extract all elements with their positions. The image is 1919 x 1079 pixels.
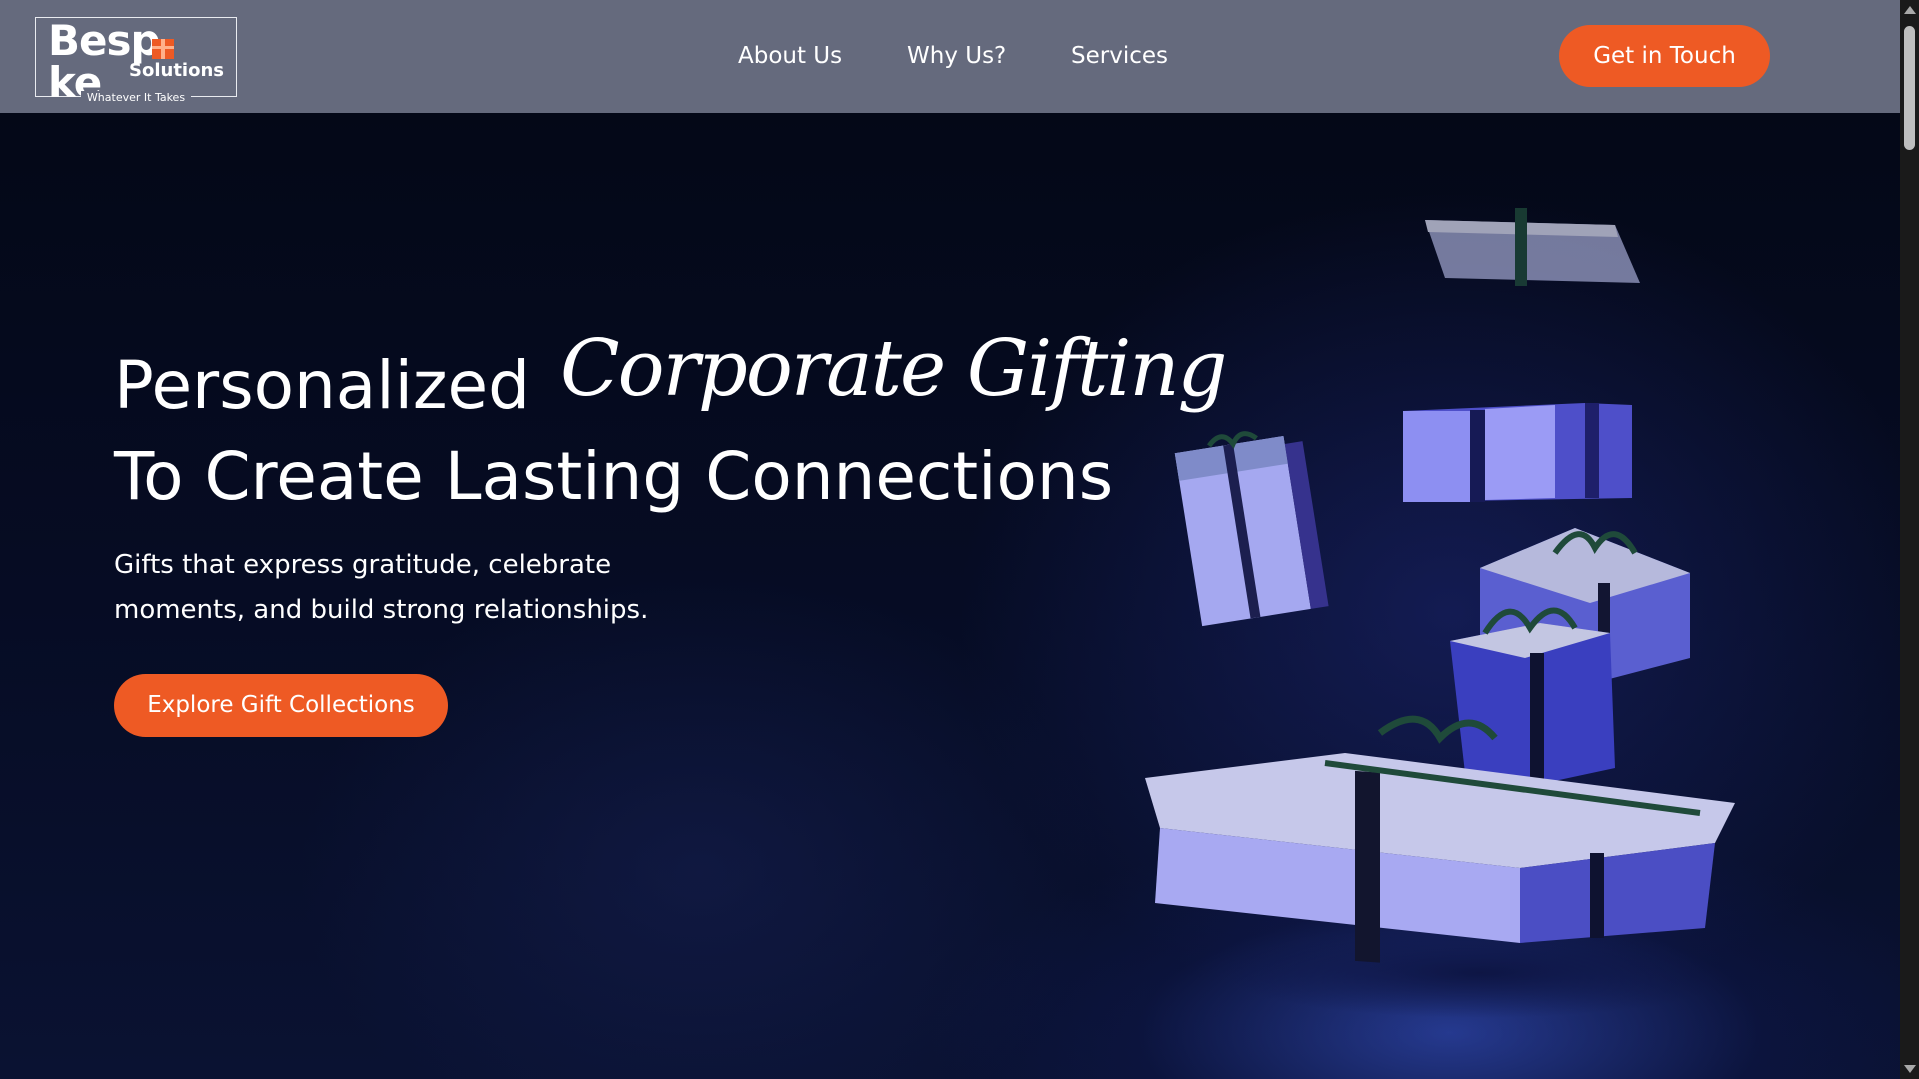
hero-subtitle: Gifts that express gratitude, celebrate … [114, 550, 649, 625]
get-in-touch-button[interactable]: Get in Touch [1559, 25, 1770, 87]
hero-title-line1: Personalized [114, 347, 531, 424]
hero-section: Personalized Corporate Gifting To Create… [0, 113, 1900, 1079]
scrollbar-thumb[interactable] [1904, 26, 1915, 150]
hero-title-line2: To Create Lasting Connections [114, 438, 1114, 515]
page-viewport: Bespke Solutions Whatever It Takes About… [0, 0, 1900, 1079]
explore-gift-collections-button[interactable]: Explore Gift Collections [114, 674, 448, 737]
chevron-down-icon[interactable] [1904, 1065, 1916, 1073]
gift-box-left [1174, 431, 1329, 627]
logo-tagline: Whatever It Takes [36, 91, 236, 104]
gift-box-center-small [1450, 607, 1615, 783]
chevron-up-icon[interactable] [1904, 6, 1916, 14]
gift-box-middle [1403, 403, 1632, 502]
site-header: Bespke Solutions Whatever It Takes About… [0, 0, 1900, 113]
hero-title-script: Corporate Gifting [560, 324, 1227, 414]
nav-services[interactable]: Services [1071, 38, 1168, 74]
nav-why-us[interactable]: Why Us? [907, 38, 1006, 74]
gift-lid-top [1425, 208, 1640, 286]
nav-about-us[interactable]: About Us [738, 38, 842, 74]
gift-shadow [1220, 928, 1740, 1018]
gift-box-large [1145, 715, 1735, 963]
floating-gift-boxes-image [1145, 208, 1740, 1018]
vertical-scrollbar[interactable] [1900, 0, 1919, 1079]
